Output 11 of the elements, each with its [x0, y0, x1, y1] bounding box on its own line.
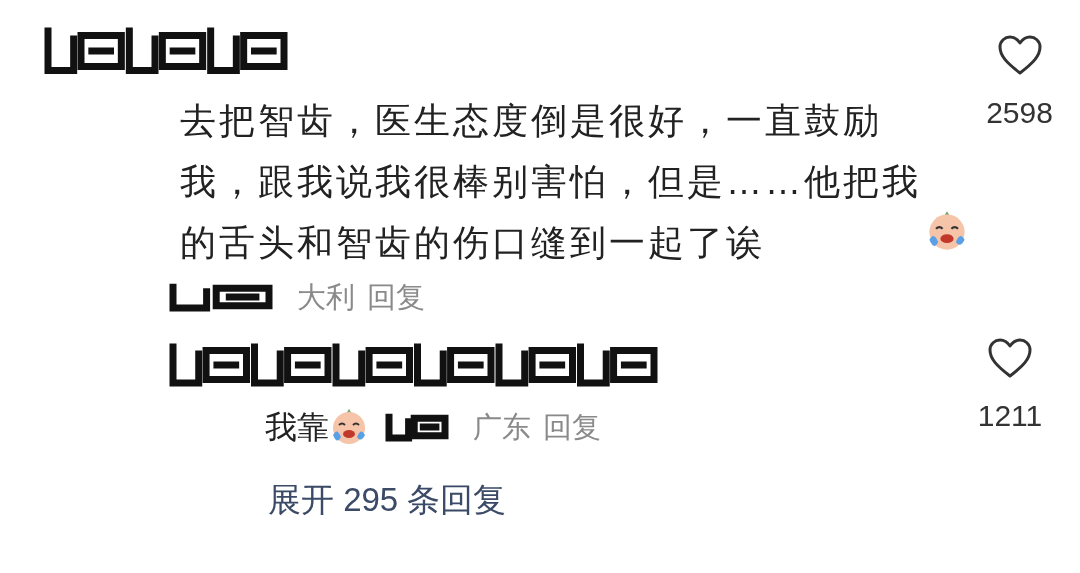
comment-text: 我靠: [265, 408, 329, 447]
reply-button[interactable]: 回复: [367, 277, 425, 317]
expand-replies-link[interactable]: 展开 295 条回复: [268, 475, 507, 525]
heart-icon[interactable]: [987, 337, 1033, 379]
comment-text: 去把智齿，医生态度倒是很好，一直鼓励我，跟我说我很棒别害怕，但是……他把我的舌头和智齿的伤口缝到一起了诶: [180, 99, 922, 265]
reply-button[interactable]: 回复: [543, 407, 601, 447]
like-count: 2598: [986, 95, 1053, 131]
heart-icon[interactable]: [996, 34, 1043, 76]
location-text: 大利: [297, 280, 355, 315]
location-text: 广东: [473, 410, 531, 445]
like-count: 1211: [977, 398, 1043, 434]
